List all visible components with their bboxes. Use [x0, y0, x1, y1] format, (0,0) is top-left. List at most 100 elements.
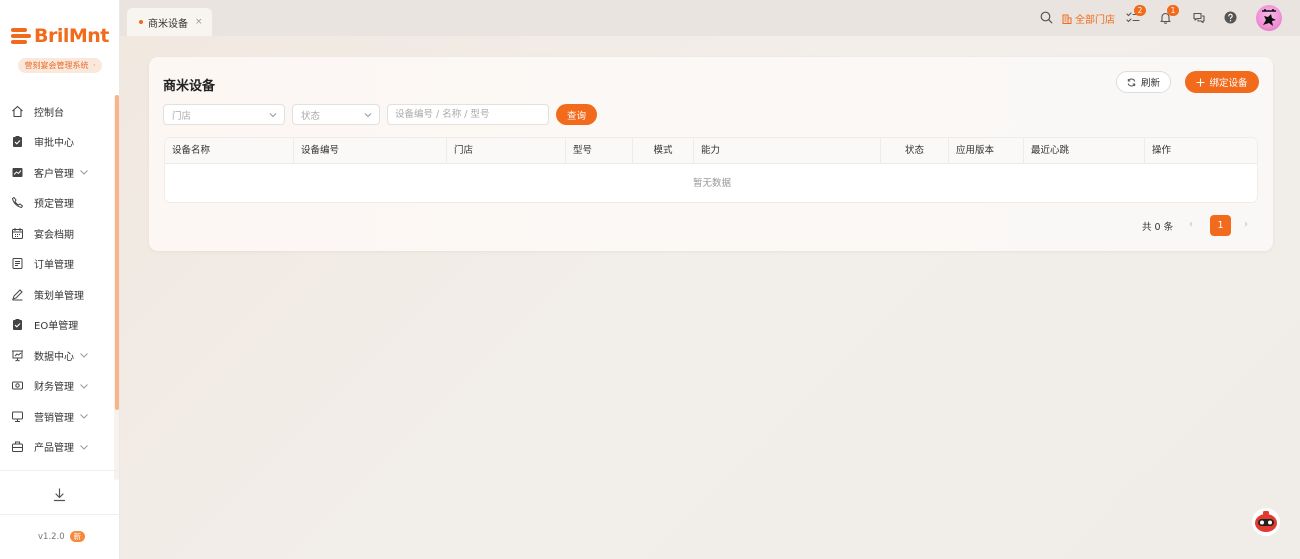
store-icon — [1062, 13, 1072, 24]
column-header-model[interactable]: 型号 — [566, 138, 633, 164]
sidebar-item-label: 客户管理 — [34, 168, 74, 180]
sidebar-item-label: EO单管理 — [34, 321, 79, 333]
sidebar-item-label: 宴会档期 — [34, 229, 74, 241]
sidebar-item-1[interactable]: 审批中心 — [0, 127, 116, 158]
store-selector-label: 全部门店 — [1075, 15, 1115, 26]
search-icon[interactable] — [1040, 11, 1053, 24]
tab-close-icon[interactable]: × — [195, 17, 203, 27]
chevron-down-icon — [79, 411, 89, 421]
notification-button[interactable]: 1 — [1159, 5, 1179, 27]
document-icon — [11, 257, 24, 270]
store-filter-placeholder: 门店 — [172, 110, 192, 122]
sidebar-item-label: 审批中心 — [34, 138, 74, 150]
column-header-mode[interactable]: 模式 — [633, 138, 694, 164]
table-header: 设备名称 设备编号 门店 型号 模式 能力 状态 应用版本 最近心跳 操作 — [165, 138, 1257, 164]
sidebar-item-9[interactable]: 财务管理 — [0, 371, 116, 402]
pagination-page-current[interactable]: 1 — [1210, 215, 1231, 236]
notification-badge: 1 — [1167, 5, 1179, 16]
chart-board-icon — [11, 166, 24, 179]
clipboard-check-icon — [11, 318, 24, 331]
system-name-label: 营刻宴会管理系统 — [24, 61, 89, 70]
sidebar-item-11[interactable]: 产品管理 — [0, 432, 116, 463]
sidebar-item-6[interactable]: 策划单管理 — [0, 279, 116, 310]
sidebar-item-4[interactable]: 宴会档期 — [0, 218, 116, 249]
status-filter-select[interactable]: 状态 — [292, 104, 380, 125]
sidebar-item-label: 控制台 — [34, 107, 64, 119]
plus-icon — [1196, 78, 1205, 87]
clipboard-check-icon — [11, 135, 24, 148]
brand-name: BrilMnt — [34, 25, 109, 47]
sidebar-item-2[interactable]: 客户管理 — [0, 157, 116, 188]
sidebar-item-label: 财务管理 — [34, 382, 74, 394]
sidebar-item-5[interactable]: 订单管理 — [0, 249, 116, 280]
system-name-dot: · — [93, 61, 96, 70]
chevron-down-icon — [79, 442, 89, 452]
top-bar: 商米设备 × 全部门店 2 1 — [120, 0, 1300, 36]
tab-label: 商米设备 — [148, 18, 188, 30]
sidebar-item-label: 预定管理 — [34, 199, 74, 211]
version-label: v1.2.0 — [38, 531, 65, 542]
column-header-status[interactable]: 状态 — [881, 138, 949, 164]
query-button[interactable]: 查询 — [556, 104, 597, 125]
device-search-input[interactable] — [387, 104, 549, 125]
phone-icon — [11, 196, 24, 209]
download-icon[interactable] — [53, 488, 66, 502]
sidebar-item-0[interactable]: 控制台 — [0, 96, 116, 127]
sidebar-item-label: 数据中心 — [34, 351, 74, 363]
page-title: 商米设备 — [163, 79, 216, 94]
device-card: 商米设备 刷新 绑定设备 门店 状态 查询 设备名称 设备编号 门店 型号 模式 — [149, 57, 1273, 251]
todo-button[interactable]: 2 — [1126, 5, 1146, 27]
sidebar-item-label: 产品管理 — [34, 443, 74, 455]
device-table: 设备名称 设备编号 门店 型号 模式 能力 状态 应用版本 最近心跳 操作 暂无… — [164, 137, 1258, 203]
chevron-down-icon — [79, 167, 89, 177]
store-selector[interactable]: 全部门店 — [1062, 11, 1115, 26]
column-header-last-heartbeat[interactable]: 最近心跳 — [1024, 138, 1145, 164]
assistant-robot-icon[interactable] — [1251, 507, 1281, 537]
sidebar: BrilMnt 营刻宴会管理系统 · 控制台审批中心客户管理预定管理宴会档期订单… — [0, 0, 120, 559]
todo-badge: 2 — [1134, 5, 1146, 16]
sidebar-item-8[interactable]: 数据中心 — [0, 340, 116, 371]
column-header-device-name[interactable]: 设备名称 — [165, 138, 294, 164]
refresh-icon — [1127, 78, 1136, 87]
column-header-actions: 操作 — [1152, 145, 1172, 156]
column-header-capability[interactable]: 能力 — [694, 138, 881, 164]
column-header-device-id[interactable]: 设备编号 — [294, 138, 447, 164]
sidebar-item-label: 订单管理 — [34, 260, 74, 272]
user-avatar[interactable] — [1256, 5, 1282, 31]
briefcase-icon — [11, 440, 24, 453]
brand-logo[interactable]: BrilMnt — [11, 25, 109, 47]
help-icon[interactable] — [1224, 11, 1237, 24]
chevron-down-icon — [363, 110, 373, 120]
bind-device-label: 绑定设备 — [1209, 78, 1248, 89]
chat-icon[interactable] — [1192, 11, 1206, 24]
version-new-badge[interactable]: 新 — [69, 531, 86, 542]
sidebar-item-10[interactable]: 营销管理 — [0, 401, 116, 432]
chevron-down-icon — [79, 350, 89, 360]
column-header-app-version[interactable]: 应用版本 — [949, 138, 1024, 164]
sidebar-item-7[interactable]: EO单管理 — [0, 310, 116, 341]
sidebar-item-3[interactable]: 预定管理 — [0, 188, 116, 219]
refresh-label: 刷新 — [1140, 78, 1160, 89]
refresh-button[interactable]: 刷新 — [1116, 71, 1171, 93]
bind-device-button[interactable]: 绑定设备 — [1185, 71, 1259, 93]
sidebar-scrollbar[interactable] — [115, 95, 119, 410]
dashboard-icon — [11, 105, 24, 118]
version-info: v1.2.0 新 — [38, 531, 86, 542]
sidebar-item-label: 营销管理 — [34, 412, 74, 424]
chevron-down-icon — [79, 381, 89, 391]
column-header-store[interactable]: 门店 — [447, 138, 566, 164]
tab-shangmi-device[interactable]: 商米设备 × — [127, 8, 212, 36]
chevron-down-icon — [268, 110, 278, 120]
store-filter-select[interactable]: 门店 — [163, 104, 285, 125]
money-icon — [11, 379, 24, 392]
active-tab-dot-icon — [139, 20, 143, 24]
pagination-prev-button[interactable]: ‹ — [1189, 219, 1193, 230]
sidebar-divider — [0, 470, 120, 471]
table-empty-text: 暂无数据 — [692, 178, 731, 189]
pen-icon — [11, 288, 24, 301]
brand-mark-icon — [11, 26, 31, 46]
pagination-next-button[interactable]: › — [1244, 219, 1248, 230]
sidebar-nav: 控制台审批中心客户管理预定管理宴会档期订单管理策划单管理 EO单管理数据中心财务管… — [0, 96, 116, 462]
presentation-icon — [11, 349, 24, 362]
pagination-total: 共 0 条 — [1142, 222, 1174, 233]
